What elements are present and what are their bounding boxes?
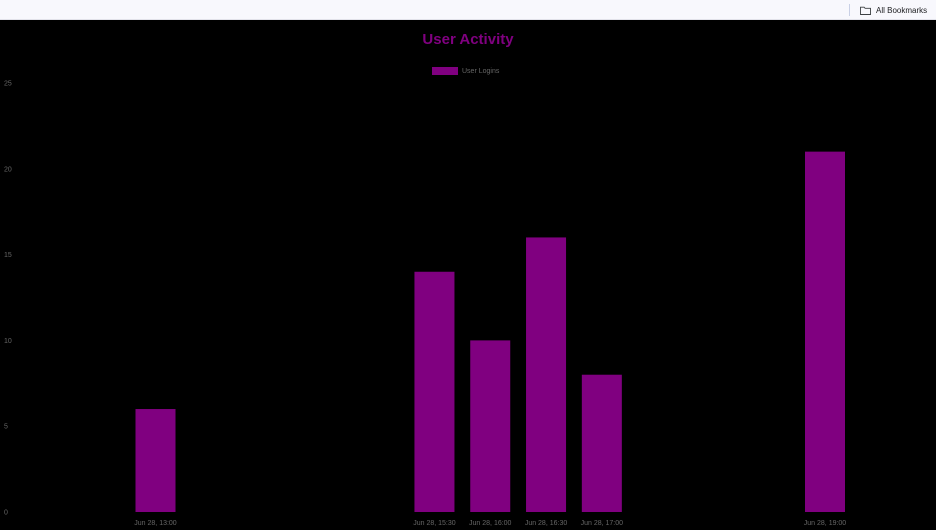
bar[interactable] [805,151,845,512]
y-tick-label: 15 [4,252,12,259]
x-tick-label: Jun 28, 15:30 [413,520,456,527]
x-tick-label: Jun 28, 16:30 [525,520,568,527]
y-tick-label: 0 [4,510,8,517]
folder-icon [860,6,871,15]
bar[interactable] [581,374,622,512]
bar[interactable] [526,237,567,512]
x-tick-label: Jun 28, 19:00 [804,520,847,527]
bar[interactable] [135,409,176,512]
x-tick-label: Jun 28, 16:00 [469,520,512,527]
y-tick-label: 5 [4,424,8,431]
x-tick-label: Jun 28, 13:00 [134,520,177,527]
all-bookmarks-button[interactable]: All Bookmarks [860,2,927,18]
y-tick-label: 10 [4,338,12,345]
bookmarks-divider [849,4,850,16]
bar[interactable] [470,340,511,512]
chart-area: User Activity User Logins 0 5 10 15 20 25 Jun … [0,20,936,530]
y-tick-label: 25 [4,81,12,88]
bookmarks-bar: All Bookmarks [0,0,936,20]
x-tick-label: Jun 28, 17:00 [581,520,624,527]
all-bookmarks-label: All Bookmarks [876,5,928,15]
bar[interactable] [414,271,455,512]
y-tick-label: 20 [4,166,12,173]
chart-plot: 0 5 10 15 20 25 Jun 28, 13:00 Jun 28, 15:30 Jun … [4,81,847,528]
